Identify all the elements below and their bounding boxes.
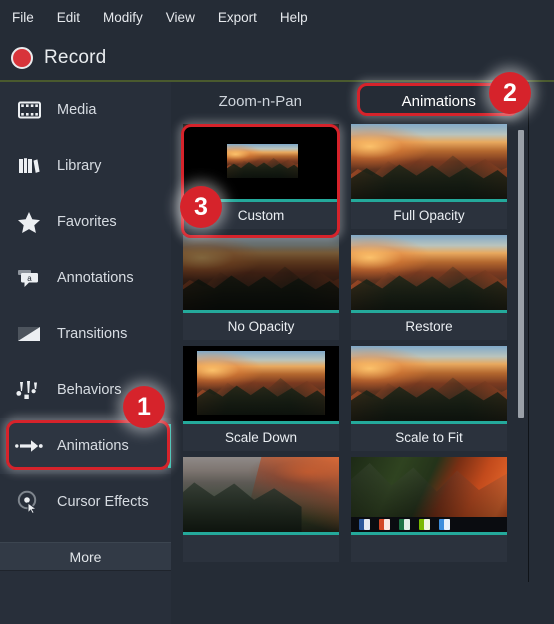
sidebar-item-label: Animations [57, 438, 129, 454]
mountain-artwork [183, 457, 339, 532]
grid-item-row4-right[interactable] [351, 457, 507, 562]
transition-icon [14, 319, 44, 349]
sidebar-item-label: Behaviors [57, 382, 122, 398]
sidebar-item-label: Media [57, 102, 97, 118]
record-bar[interactable]: Record [0, 35, 554, 80]
preset-label [183, 535, 339, 562]
thumbnail-inner-image [197, 351, 325, 415]
mountain-sunset-artwork [197, 351, 325, 415]
left-sidebar: Media Library Favorites a Annotations Tr… [0, 82, 171, 624]
grid-row: Scale Down Scale to Fit [183, 346, 508, 451]
grid-item-no-opacity[interactable]: No Opacity [183, 235, 339, 340]
content-panel: Zoom-n-Pan Animations Custom Full Opacit… [171, 82, 528, 624]
preset-label: No Opacity [183, 313, 339, 340]
mountain-sunset-artwork [183, 235, 339, 310]
menu-item-export[interactable]: Export [216, 8, 259, 28]
preset-thumbnail [351, 346, 507, 424]
sidebar-item-favorites[interactable]: Favorites [0, 194, 171, 250]
thumbnail-inner-image [226, 143, 299, 178]
preset-label: Scale to Fit [351, 424, 507, 451]
tab-animations[interactable]: Animations [350, 82, 529, 120]
menu-item-file[interactable]: File [10, 8, 36, 28]
mountain-sunset-artwork [351, 346, 507, 421]
preset-thumbnail [351, 457, 507, 535]
books-icon [14, 151, 44, 181]
record-button-label: Record [44, 46, 107, 68]
tab-bar: Zoom-n-Pan Animations [171, 82, 528, 120]
powerpoint-icon [379, 519, 390, 530]
svg-text:a: a [27, 274, 32, 283]
callout-a-icon: a [14, 263, 44, 293]
grid-row: No Opacity Restore [183, 235, 508, 340]
sidebar-more-label: More [69, 548, 102, 565]
preset-label: Custom [183, 202, 339, 229]
menu-item-edit[interactable]: Edit [55, 8, 82, 28]
grid-item-row4-left[interactable] [183, 457, 339, 562]
sidebar-item-label: Cursor Effects [57, 494, 149, 510]
taskbar-strip [351, 517, 507, 532]
preset-thumbnail [183, 235, 339, 313]
sidebar-item-cursor-effects[interactable]: Cursor Effects [0, 474, 171, 530]
sidebar-item-media[interactable]: Media [0, 82, 171, 138]
preset-label [351, 535, 507, 562]
menu-item-help[interactable]: Help [278, 8, 310, 28]
camtasia-icon [419, 519, 430, 530]
star-icon [14, 207, 44, 237]
vertical-scrollbar[interactable] [516, 120, 526, 604]
menu-item-view[interactable]: View [164, 8, 197, 28]
preset-thumbnail [351, 124, 507, 202]
sidebar-item-label: Annotations [57, 270, 134, 286]
arrow-right-icon [14, 431, 44, 461]
cursor-circle-icon [14, 487, 44, 517]
animation-preset-grid: Custom Full Opacity No Opacity Restore S… [171, 120, 516, 624]
preset-thumbnail [183, 124, 339, 202]
tab-label: Animations [401, 92, 476, 110]
grid-item-full-opacity[interactable]: Full Opacity [351, 124, 507, 229]
sidebar-item-label: Favorites [57, 214, 117, 230]
sidebar-item-animations[interactable]: Animations [0, 418, 171, 474]
menu-item-modify[interactable]: Modify [101, 8, 145, 28]
sidebar-more-button[interactable]: More [0, 542, 171, 571]
sidebar-item-library[interactable]: Library [0, 138, 171, 194]
record-dot-icon[interactable] [11, 46, 33, 69]
sidebar-item-annotations[interactable]: a Annotations [0, 250, 171, 306]
grid-item-scale-down[interactable]: Scale Down [183, 346, 339, 451]
preset-thumbnail [183, 346, 339, 424]
scrollbar-thumb[interactable] [518, 130, 524, 418]
grid-row: Custom Full Opacity [183, 124, 508, 229]
grid-item-scale-to-fit[interactable]: Scale to Fit [351, 346, 507, 451]
snagit-icon [439, 519, 450, 530]
preset-label: Scale Down [183, 424, 339, 451]
preset-label: Restore [351, 313, 507, 340]
word-icon [359, 519, 370, 530]
behaviors-icon [14, 375, 44, 405]
panel-divider [528, 82, 529, 582]
tab-label: Zoom-n-Pan [218, 92, 302, 110]
preset-thumbnail [351, 235, 507, 313]
mountain-sunset-artwork [226, 143, 299, 178]
sidebar-item-label: Transitions [57, 326, 128, 342]
sidebar-item-label: Library [57, 158, 102, 174]
grid-item-custom[interactable]: Custom [183, 124, 339, 229]
sidebar-item-transitions[interactable]: Transitions [0, 306, 171, 362]
film-strip-icon [14, 95, 44, 125]
excel-icon [399, 519, 410, 530]
grid-row [183, 457, 508, 562]
preset-label: Full Opacity [351, 202, 507, 229]
tab-zoom-n-pan[interactable]: Zoom-n-Pan [171, 82, 350, 120]
mountain-sunset-artwork [351, 235, 507, 310]
grid-item-restore[interactable]: Restore [351, 235, 507, 340]
mountain-sunset-artwork [351, 124, 507, 199]
preset-thumbnail [183, 457, 339, 535]
application-window: File Edit Modify View Export Help Record [0, 0, 554, 624]
sidebar-item-behaviors[interactable]: Behaviors [0, 362, 171, 418]
menu-bar: File Edit Modify View Export Help [0, 0, 554, 35]
